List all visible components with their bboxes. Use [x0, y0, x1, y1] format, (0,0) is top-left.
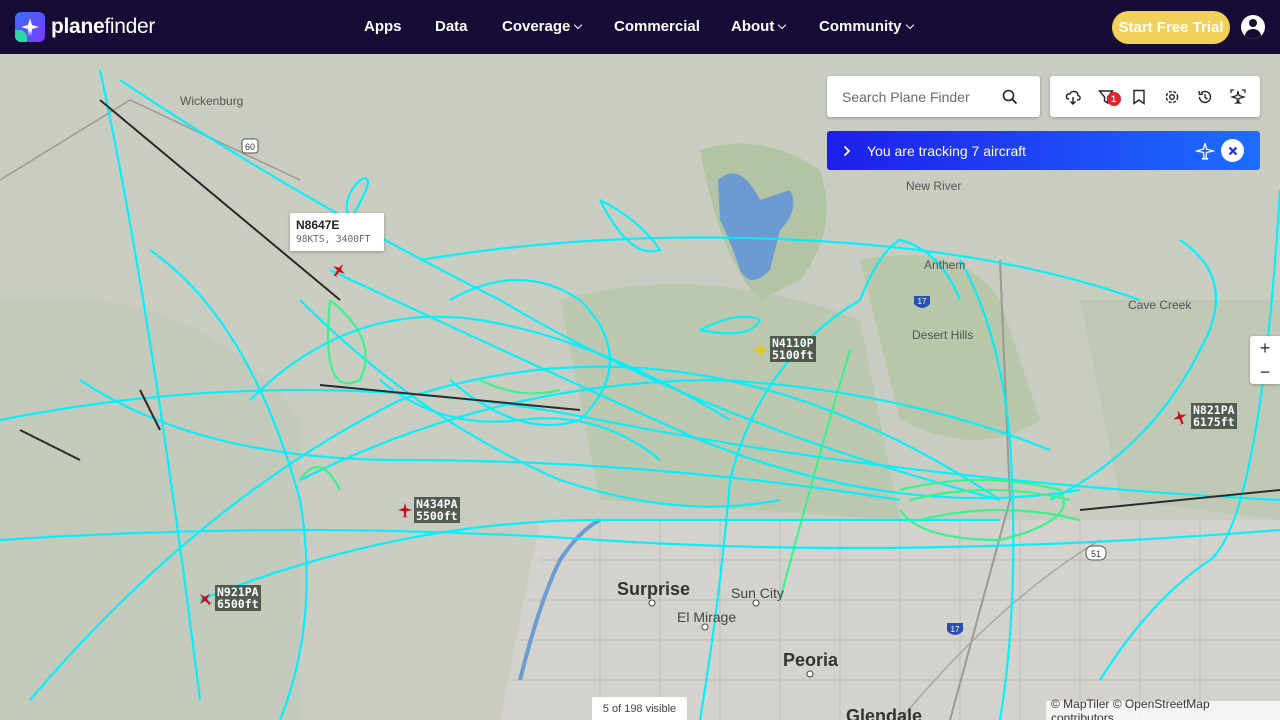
close-tracking-button[interactable]	[1221, 139, 1244, 162]
account-icon[interactable]	[1241, 15, 1265, 39]
flight-map[interactable]: 60 17 17 51 Wickenburg New River Anthem …	[0, 54, 1280, 720]
aircraft-popup-n8647e[interactable]: N8647E 98KTS, 3400FT	[290, 213, 384, 251]
filter-icon[interactable]: 1	[1095, 86, 1121, 108]
nav-about[interactable]: About	[731, 18, 787, 35]
settings-icon[interactable]	[1161, 86, 1183, 108]
place-sun-city: Sun City	[731, 585, 784, 601]
aircraft-icon[interactable]	[752, 341, 770, 359]
aircraft-icon[interactable]	[330, 261, 348, 279]
weather-icon[interactable]	[1062, 86, 1084, 108]
zoom-out-button[interactable]: −	[1250, 360, 1280, 384]
map-attribution[interactable]: © MapTiler © OpenStreetMap contributors	[1046, 697, 1280, 720]
chevron-down-icon	[778, 20, 787, 29]
place-glendale: Glendale	[846, 706, 923, 720]
search-box	[827, 76, 1040, 117]
logo-text: planefinder	[51, 15, 156, 38]
start-free-trial-button[interactable]: Start Free Trial	[1112, 11, 1230, 44]
aircraft-icon[interactable]	[1171, 408, 1189, 426]
place-new-river: New River	[906, 179, 962, 193]
place-wickenburg: Wickenburg	[180, 94, 244, 108]
place-desert-hills: Desert Hills	[912, 328, 974, 342]
aircraft-label-n434pa[interactable]: N434PA 5500ft	[414, 497, 460, 523]
place-surprise: Surprise	[617, 579, 691, 599]
tracking-text: You are tracking 7 aircraft	[867, 142, 1027, 159]
aircraft-registration: N8647E	[296, 218, 340, 232]
zoom-in-button[interactable]: +	[1250, 336, 1280, 360]
place-anthem: Anthem	[924, 258, 966, 272]
nav-coverage[interactable]: Coverage	[502, 18, 583, 35]
nav-apps[interactable]: Apps	[364, 18, 402, 35]
search-input[interactable]	[842, 88, 1002, 105]
chevron-right-icon[interactable]	[827, 145, 867, 157]
svg-text:17: 17	[918, 297, 927, 306]
aircraft-label-n4110p[interactable]: N4110P 5100ft	[770, 336, 816, 362]
place-peoria: Peoria	[783, 650, 839, 670]
tracking-bar[interactable]: You are tracking 7 aircraft	[827, 131, 1260, 170]
close-icon	[1228, 146, 1237, 155]
zoom-control: + −	[1250, 336, 1280, 384]
history-icon[interactable]	[1194, 86, 1216, 108]
bookmark-icon[interactable]	[1128, 86, 1150, 108]
aircraft-speed-altitude: 98KTS, 3400FT	[296, 234, 371, 245]
filter-count-badge: 1	[1106, 91, 1121, 106]
nav-commercial[interactable]: Commercial	[614, 18, 700, 35]
aircraft-icon[interactable]	[396, 501, 414, 519]
svg-text:17: 17	[951, 625, 960, 634]
planefinder-logo[interactable]: planefinder	[15, 12, 155, 42]
road-shield-us60: 60	[241, 138, 259, 154]
road-shield-sr51: 51	[1085, 545, 1107, 561]
aircraft-label-n921pa[interactable]: N921PA 6500ft	[215, 585, 261, 611]
ar-icon[interactable]	[1227, 86, 1249, 108]
visible-count: 5 of 198 visible	[592, 697, 687, 720]
svg-text:60: 60	[245, 142, 255, 152]
map-toolbar: 1	[1050, 76, 1260, 117]
plane-icon	[1195, 142, 1215, 160]
chevron-down-icon	[905, 20, 914, 29]
chevron-down-icon	[574, 20, 583, 29]
top-navbar: planefinder Apps Data Coverage Commercia…	[0, 0, 1280, 54]
aircraft-icon[interactable]	[196, 590, 214, 608]
nav-data[interactable]: Data	[435, 18, 468, 35]
nav-community[interactable]: Community	[819, 18, 914, 35]
place-el-mirage: El Mirage	[677, 609, 737, 625]
aircraft-label-n821pa[interactable]: N821PA 6175ft	[1191, 403, 1237, 429]
svg-text:51: 51	[1091, 549, 1101, 559]
logo-mark-icon	[15, 12, 45, 42]
place-cave-creek: Cave Creek	[1128, 298, 1192, 312]
search-icon[interactable]	[1002, 89, 1018, 105]
